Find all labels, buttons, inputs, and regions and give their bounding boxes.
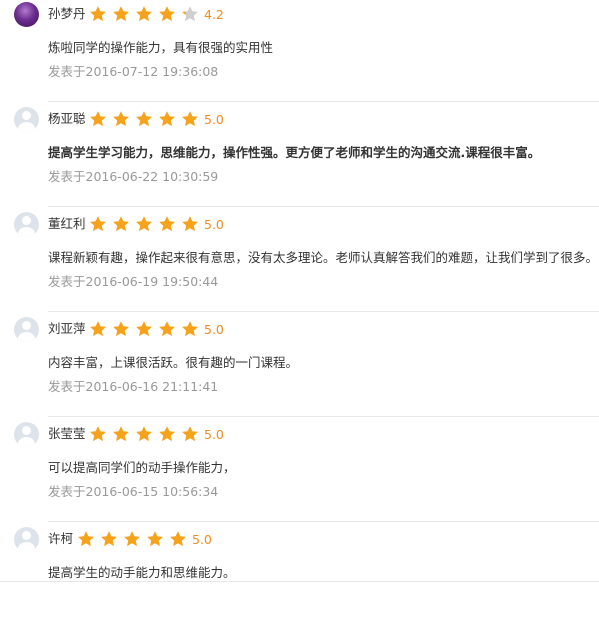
star-icon — [113, 216, 129, 232]
star-icon — [90, 111, 106, 127]
avatar-head-shape — [22, 426, 31, 435]
rating-score: 5.0 — [204, 217, 224, 232]
review-timestamp: 发表于2016-07-12 19:36:08 — [48, 64, 219, 79]
review-content: 提高学生的动手能力和思维能力。 — [48, 565, 236, 580]
star-icon — [113, 111, 129, 127]
reviewer-name[interactable]: 杨亚聪 — [48, 111, 86, 127]
star-icon — [170, 531, 186, 547]
star-icon — [159, 426, 175, 442]
star-icon — [182, 6, 198, 22]
star-rating — [90, 426, 198, 442]
star-rating — [90, 6, 198, 22]
star-icon — [113, 426, 129, 442]
reviewer-name[interactable]: 董红利 — [48, 216, 86, 232]
star-rating — [90, 111, 198, 127]
review-content: 炼啦同学的操作能力，具有很强的实用性 — [48, 40, 274, 55]
reviewer-name[interactable]: 张莹莹 — [48, 426, 86, 442]
review-timestamp: 发表于2016-06-22 10:30:59 — [48, 169, 219, 184]
avatar[interactable] — [14, 422, 39, 447]
star-icon — [136, 111, 152, 127]
star-rating — [90, 321, 198, 337]
star-icon — [159, 321, 175, 337]
star-icon — [182, 426, 198, 442]
star-icon — [90, 6, 106, 22]
avatar-body-shape — [18, 122, 35, 132]
review-content: 提高学生学习能力，思维能力，操作性强。更方便了老师和学生的沟通交流.课程很丰富。 — [48, 145, 541, 160]
rating-score: 5.0 — [204, 322, 224, 337]
star-icon — [182, 321, 198, 337]
star-icon — [147, 531, 163, 547]
star-icon — [78, 531, 94, 547]
review-item: 杨亚聪 5.0 提高学生学习能力，思维能力，操作性强。更方便了老师和学生的沟通交流.… — [0, 102, 599, 207]
reviewer-name[interactable]: 刘亚萍 — [48, 321, 86, 337]
rating-score: 5.0 — [204, 112, 224, 127]
star-rating — [78, 531, 186, 547]
avatar-body-shape — [18, 227, 35, 237]
list-bottom-divider — [0, 581, 599, 582]
avatar[interactable] — [14, 212, 39, 237]
star-icon — [159, 111, 175, 127]
avatar-head-shape — [22, 216, 31, 225]
avatar-body-shape — [18, 437, 35, 447]
avatar[interactable] — [14, 527, 39, 552]
star-icon — [159, 6, 175, 22]
reviewer-name[interactable]: 孙梦丹 — [48, 6, 86, 22]
review-item: 许柯 5.0 提高学生的动手能力和思维能力。 — [0, 522, 599, 627]
avatar-body-shape — [18, 332, 35, 342]
avatar-head-shape — [22, 531, 31, 540]
review-list: 孙梦丹 4.2 炼啦同学的操作能力，具有很强的实用性 发表于2016-07-12 19… — [0, 0, 599, 594]
star-icon — [136, 216, 152, 232]
review-content: 课程新颖有趣，操作起来很有意思，没有太多理论。老师认真解答我们的难题，让我们学到… — [48, 250, 599, 265]
star-icon — [90, 321, 106, 337]
review-item: 张莹莹 5.0 可以提高同学们的动手操作能力， 发表于2016-06-15 10:56… — [0, 417, 599, 522]
star-icon — [113, 6, 129, 22]
star-icon — [182, 111, 198, 127]
review-item: 孙梦丹 4.2 炼啦同学的操作能力，具有很强的实用性 发表于2016-07-12 19… — [0, 0, 599, 102]
star-icon — [136, 321, 152, 337]
review-timestamp: 发表于2016-06-19 19:50:44 — [48, 274, 219, 289]
avatar-body-shape — [18, 542, 35, 552]
avatar-head-shape — [22, 111, 31, 120]
star-rating — [90, 216, 198, 232]
rating-score: 5.0 — [204, 427, 224, 442]
review-item: 董红利 5.0 课程新颖有趣，操作起来很有意思，没有太多理论。老师认真解答我们的难题… — [0, 207, 599, 312]
avatar[interactable] — [14, 107, 39, 132]
review-content: 内容丰富，上课很活跃。很有趣的一门课程。 — [48, 355, 299, 370]
star-icon — [124, 531, 140, 547]
rating-score: 4.2 — [204, 7, 224, 22]
avatar-head-shape — [22, 321, 31, 330]
star-icon — [90, 216, 106, 232]
review-timestamp: 发表于2016-06-15 10:56:34 — [48, 484, 219, 499]
star-icon — [90, 426, 106, 442]
star-icon — [159, 216, 175, 232]
star-icon — [113, 321, 129, 337]
review-content: 可以提高同学们的动手操作能力， — [48, 460, 236, 475]
star-icon — [182, 216, 198, 232]
review-item: 刘亚萍 5.0 内容丰富，上课很活跃。很有趣的一门课程。 发表于2016-06-16 … — [0, 312, 599, 417]
review-timestamp: 发表于2016-06-16 21:11:41 — [48, 379, 219, 394]
avatar[interactable] — [14, 2, 39, 27]
star-icon — [101, 531, 117, 547]
star-icon — [136, 6, 152, 22]
rating-score: 5.0 — [192, 532, 212, 547]
avatar[interactable] — [14, 317, 39, 342]
star-icon — [136, 426, 152, 442]
reviewer-name[interactable]: 许柯 — [48, 531, 73, 547]
